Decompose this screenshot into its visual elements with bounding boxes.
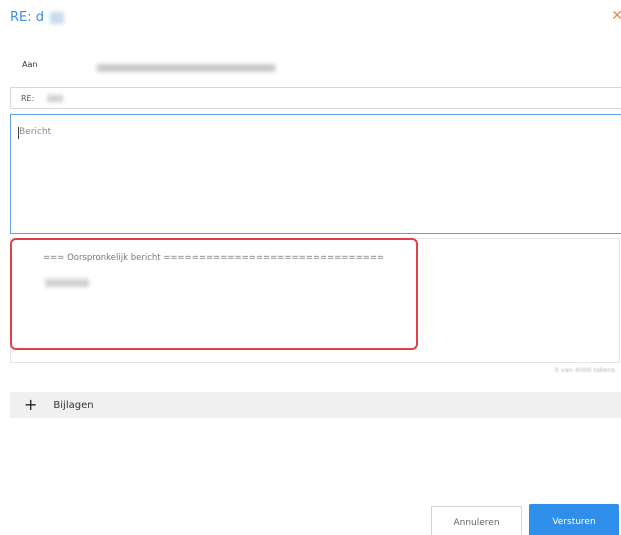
dialog-title: RE: d (10, 10, 65, 25)
message-placeholder: Bericht (19, 127, 52, 137)
character-counter: 0 van 4000 tekens (554, 366, 615, 374)
plus-icon[interactable]: + (24, 397, 37, 413)
to-recipient-field[interactable] (96, 64, 276, 72)
subject-value: RE: (21, 94, 35, 103)
blurred-subject (50, 11, 65, 24)
subject-field[interactable]: RE: (10, 87, 621, 109)
highlight-annotation (10, 238, 418, 350)
dialog-title-text: RE: d (10, 10, 45, 25)
blurred-subject-value (47, 95, 63, 102)
send-button[interactable]: Versturen (529, 504, 619, 535)
attachments-bar[interactable]: + Bijlagen (10, 392, 621, 418)
cancel-button[interactable]: Annuleren (431, 506, 522, 535)
attachments-label: Bijlagen (53, 399, 94, 411)
to-label: Aan (22, 60, 38, 69)
close-icon[interactable]: ✕ (611, 8, 621, 24)
message-textarea[interactable]: Bericht (10, 114, 621, 234)
